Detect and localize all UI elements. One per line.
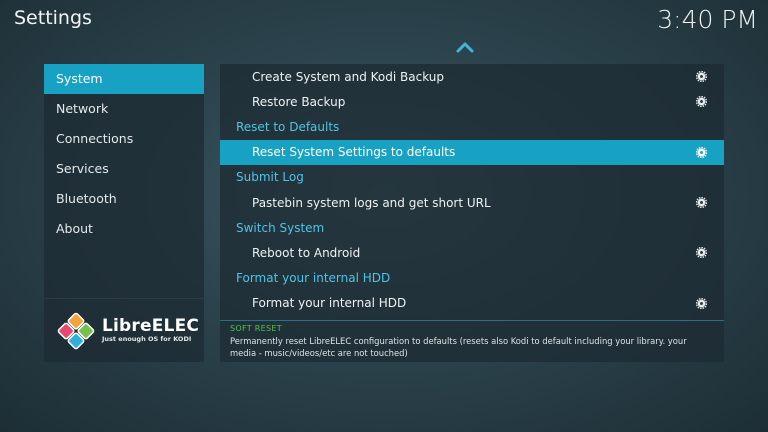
list-item-label: Restore Backup xyxy=(252,94,346,109)
list-item-label: Reboot to Android xyxy=(252,245,361,260)
scroll-up-icon[interactable] xyxy=(455,41,475,53)
list-item-label: Format your internal HDD xyxy=(252,296,407,311)
section-label: Format your internal HDD xyxy=(236,271,391,286)
list-item-restore-backup[interactable]: Restore Backup xyxy=(220,89,724,114)
libreelec-logo: LibreELEC Just enough OS for KODI xyxy=(44,298,204,362)
gear-icon xyxy=(696,297,707,309)
section-label: Reset to Defaults xyxy=(236,119,340,134)
sidebar-item-network[interactable]: Network xyxy=(44,94,204,124)
sidebar-item-services[interactable]: Services xyxy=(44,154,204,184)
info-title: SOFT RESET xyxy=(230,324,282,333)
gear-icon xyxy=(696,247,707,259)
sidebar-item-connections[interactable]: Connections xyxy=(44,124,204,154)
gear-icon xyxy=(696,71,707,83)
page-title: Settings xyxy=(14,7,92,29)
list-item-format-hdd[interactable]: Format your internal HDD xyxy=(220,291,724,316)
logo-tagline: Just enough OS for KODI xyxy=(102,335,192,343)
info-panel: SOFT RESET Permanently reset LibreELEC c… xyxy=(220,320,724,362)
section-header-switch-system: Switch System xyxy=(220,215,724,240)
section-label: Switch System xyxy=(236,220,325,235)
gear-icon xyxy=(696,96,707,108)
section-label: Submit Log xyxy=(236,170,304,185)
list-item-pastebin-logs[interactable]: Pastebin system logs and get short URL xyxy=(220,190,724,215)
list-item-label: Create System and Kodi Backup xyxy=(252,69,445,84)
settings-panel: Create System and Kodi Backup Restore Ba… xyxy=(220,64,724,362)
sidebar: System Network Connections Services Blue… xyxy=(44,64,204,362)
list-item-label: Pastebin system logs and get short URL xyxy=(252,195,491,210)
logo-name: LibreELEC xyxy=(102,316,200,336)
list-item-reboot-android[interactable]: Reboot to Android xyxy=(220,240,724,265)
clock: 3:40 PM xyxy=(657,5,758,34)
list-item-label: Reset System Settings to defaults xyxy=(252,145,456,160)
gear-icon xyxy=(696,146,707,158)
gear-icon xyxy=(696,197,707,209)
sidebar-item-system[interactable]: System xyxy=(44,64,204,94)
section-header-reset: Reset to Defaults xyxy=(220,114,724,139)
list-item-create-backup[interactable]: Create System and Kodi Backup xyxy=(220,64,724,89)
info-description: Permanently reset LibreELEC configuratio… xyxy=(230,336,687,358)
list-item-reset-system-settings[interactable]: Reset System Settings to defaults xyxy=(220,139,724,165)
section-header-format-hdd: Format your internal HDD xyxy=(220,266,724,291)
section-header-submit-log: Submit Log xyxy=(220,165,724,190)
libreelec-logo-icon xyxy=(57,312,95,349)
sidebar-item-bluetooth[interactable]: Bluetooth xyxy=(44,184,204,214)
sidebar-item-about[interactable]: About xyxy=(44,214,204,244)
